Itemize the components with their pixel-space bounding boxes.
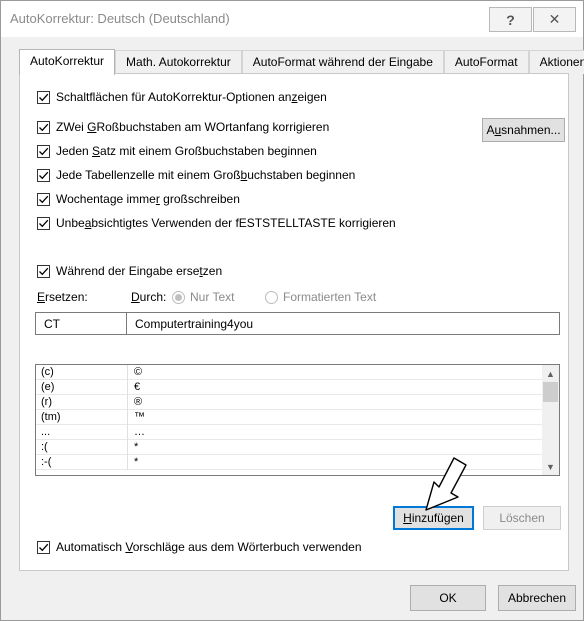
two-caps-label: ZWei GRoßbuchstaben am WOrtanfang korrig…	[56, 120, 330, 134]
dialog-title: AutoKorrektur: Deutsch (Deutschland)	[10, 11, 230, 26]
caps-lock-label: Unbeabsichtigtes Verwenden der fESTSTELL…	[56, 216, 396, 230]
list-item[interactable]: (e) €	[36, 380, 543, 395]
tab-math-autocorrect[interactable]: Math. Autokorrektur	[115, 50, 242, 74]
dictionary-option[interactable]: Automatisch Vorschläge aus dem Wörterbuc…	[37, 540, 362, 554]
show-buttons-option[interactable]: Schaltflächen für AutoKorrektur-Optionen…	[37, 90, 327, 104]
list-item[interactable]: (r) ®	[36, 395, 543, 410]
tab-strip: AutoKorrektur Math. Autokorrektur AutoFo…	[19, 49, 584, 75]
checkmark-icon	[39, 543, 49, 551]
checkmark-icon	[39, 219, 49, 227]
radio-plain-indicator[interactable]	[172, 290, 185, 304]
checkmark-icon	[39, 93, 49, 101]
table-cell-option[interactable]: Jede Tabellenzelle mit einem Großbuchsta…	[37, 168, 355, 182]
delete-button[interactable]: Löschen	[483, 506, 561, 530]
exceptions-button[interactable]: Au snahmen...	[482, 118, 565, 142]
show-buttons-label: Schaltflächen für AutoKorrektur-Optionen…	[56, 90, 327, 104]
checkmark-icon	[39, 171, 49, 179]
checkmark-icon	[39, 195, 49, 203]
caps-lock-option[interactable]: Unbeabsichtigtes Verwenden der fESTSTELL…	[37, 216, 396, 230]
scroll-down-icon[interactable]: ▼	[542, 458, 559, 475]
sentence-label: Jeden Satz mit einem Großbuchstaben begi…	[56, 144, 317, 158]
cancel-button[interactable]: Abbrechen	[498, 585, 576, 611]
title-bar: AutoKorrektur: Deutsch (Deutschland) ? ✕	[1, 1, 583, 37]
list-item[interactable]: (c) ©	[36, 365, 543, 380]
radio-plain-label: Nur Text	[190, 290, 235, 304]
scroll-thumb[interactable]	[543, 382, 558, 402]
sentence-option[interactable]: Jeden Satz mit einem Großbuchstaben begi…	[37, 144, 317, 158]
two-caps-option[interactable]: ZWei GRoßbuchstaben am WOrtanfang korrig…	[37, 120, 329, 134]
radio-plain-text[interactable]: Nur Text	[172, 290, 234, 304]
help-icon: ?	[506, 11, 515, 28]
dictionary-label: Automatisch Vorschläge aus dem Wörterbuc…	[56, 540, 362, 554]
autocorrect-panel: Schaltflächen für AutoKorrektur-Optionen…	[19, 73, 569, 571]
caps-lock-checkbox[interactable]	[37, 216, 50, 230]
table-cell-label: Jede Tabellenzelle mit einem Großbuchsta…	[56, 168, 356, 182]
weekdays-checkbox[interactable]	[37, 192, 50, 206]
replace-while-typing-label: Während der Eingabe ersetzen	[56, 264, 223, 278]
scroll-up-icon[interactable]: ▲	[542, 365, 559, 382]
help-button[interactable]: ?	[489, 7, 532, 32]
with-label: Durch:	[131, 290, 167, 304]
close-icon: ✕	[548, 11, 561, 27]
ok-button[interactable]: OK	[410, 585, 486, 611]
replace-while-typing-checkbox[interactable]	[37, 264, 50, 278]
sentence-checkbox[interactable]	[37, 144, 50, 158]
replacement-list[interactable]: (c) © (e) € (r) ® (tm) ™ ...… :(* :-(* ▲ ▼	[35, 364, 560, 476]
list-item[interactable]: (tm) ™	[36, 410, 543, 425]
checkmark-icon	[39, 123, 49, 131]
weekdays-option[interactable]: Wochentage immer großschreiben	[37, 192, 240, 206]
radio-formatted-label: Formatierten Text	[283, 290, 377, 304]
tab-autoformat[interactable]: AutoFormat	[443, 50, 529, 74]
tab-autocorrect[interactable]: AutoKorrektur	[19, 49, 116, 75]
checkmark-icon	[39, 267, 49, 275]
autocorrect-dialog: AutoKorrektur: Deutsch (Deutschland) ? ✕…	[0, 0, 584, 621]
replace-input[interactable]: CT	[35, 312, 127, 335]
list-scrollbar[interactable]: ▲ ▼	[542, 365, 559, 475]
show-buttons-checkbox[interactable]	[37, 90, 50, 104]
tab-actions[interactable]: Aktionen	[528, 50, 584, 74]
close-button[interactable]: ✕	[533, 7, 576, 32]
with-input[interactable]: Computertraining4you	[126, 312, 560, 335]
mouse-pointer-icon	[425, 457, 467, 511]
radio-formatted-indicator[interactable]	[265, 290, 278, 304]
replace-while-typing-option[interactable]: Während der Eingabe ersetzen	[37, 264, 222, 278]
checkmark-icon	[39, 147, 49, 155]
list-item[interactable]: ...…	[36, 425, 543, 440]
weekdays-label: Wochentage immer großschreiben	[56, 192, 240, 206]
table-cell-checkbox[interactable]	[37, 168, 50, 182]
two-caps-checkbox[interactable]	[37, 120, 50, 134]
dictionary-checkbox[interactable]	[37, 540, 50, 554]
tab-autoformat-as-you-type[interactable]: AutoFormat während der Eingabe	[241, 50, 444, 74]
radio-formatted-text[interactable]: Formatierten Text	[265, 290, 376, 304]
replace-label: Ersetzen:	[37, 290, 88, 304]
